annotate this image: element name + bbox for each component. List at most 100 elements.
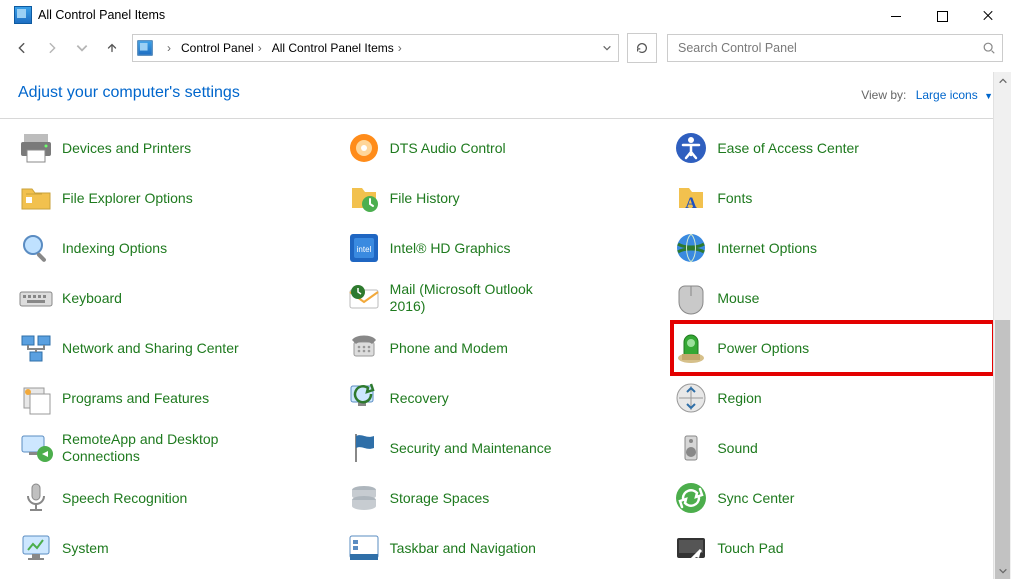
cp-item-region[interactable]: Region — [673, 373, 993, 423]
cp-item-taskbar-and-navigation[interactable]: Taskbar and Navigation — [346, 523, 666, 573]
cp-item-label: Programs and Features — [62, 390, 209, 407]
cp-item-label: Taskbar and Navigation — [390, 540, 536, 557]
cp-item-intel-hd-graphics[interactable]: Intel® HD Graphics — [346, 223, 666, 273]
cp-item-label: Intel® HD Graphics — [390, 240, 511, 257]
minimize-button[interactable] — [873, 0, 919, 30]
breadcrumb-segment[interactable]: All Control Panel Items › — [266, 35, 406, 61]
cp-item-system[interactable]: System — [18, 523, 338, 573]
sync-icon — [673, 480, 709, 516]
divider — [0, 118, 1011, 119]
scrollbar[interactable] — [993, 72, 1011, 579]
navbar: › Control Panel › All Control Panel Item… — [0, 30, 1011, 72]
address-bar[interactable]: › Control Panel › All Control Panel Item… — [132, 34, 619, 62]
cp-item-ease-of-access-center[interactable]: Ease of Access Center — [673, 123, 993, 173]
scroll-up-button[interactable] — [994, 72, 1011, 89]
cp-item-label: Recovery — [390, 390, 449, 407]
cp-item-label: Sound — [717, 440, 757, 457]
recent-locations-button[interactable] — [68, 34, 96, 62]
items-grid: Devices and Printers DTS Audio Control Eas… — [18, 123, 993, 573]
maximize-button[interactable] — [919, 0, 965, 30]
chevron-right-icon: › — [258, 41, 262, 55]
cp-item-sound[interactable]: Sound — [673, 423, 993, 473]
cp-item-label: RemoteApp and Desktop Connections — [62, 431, 242, 465]
cp-item-programs-and-features[interactable]: Programs and Features — [18, 373, 338, 423]
back-button[interactable] — [8, 34, 36, 62]
phone-icon — [346, 330, 382, 366]
forward-button[interactable] — [38, 34, 66, 62]
search-icon — [982, 41, 996, 55]
window-title: All Control Panel Items — [38, 8, 165, 22]
mouse-icon — [673, 280, 709, 316]
cp-item-fonts[interactable]: Fonts — [673, 173, 993, 223]
cp-item-label: Network and Sharing Center — [62, 340, 239, 357]
intel-icon — [346, 230, 382, 266]
cp-item-storage-spaces[interactable]: Storage Spaces — [346, 473, 666, 523]
search-input[interactable] — [676, 40, 982, 56]
close-button[interactable] — [965, 0, 1011, 30]
chevron-right-icon: › — [398, 41, 402, 55]
refresh-button[interactable] — [627, 33, 657, 63]
cp-item-internet-options[interactable]: Internet Options — [673, 223, 993, 273]
scroll-down-button[interactable] — [994, 562, 1011, 579]
page-title: Adjust your computer's settings — [18, 84, 240, 102]
cp-item-file-history[interactable]: File History — [346, 173, 666, 223]
breadcrumb-label: Control Panel — [181, 41, 254, 55]
programs-icon — [18, 380, 54, 416]
cp-item-indexing-options[interactable]: Indexing Options — [18, 223, 338, 273]
scroll-thumb[interactable] — [995, 320, 1010, 579]
breadcrumb-segment[interactable]: Control Panel › — [175, 35, 266, 61]
cp-item-power-options[interactable]: Power Options — [673, 323, 993, 373]
power-icon — [673, 330, 709, 366]
mic-icon — [18, 480, 54, 516]
cp-item-label: File Explorer Options — [62, 190, 193, 207]
cp-item-label: Mail (Microsoft Outlook 2016) — [390, 281, 570, 315]
cp-item-speech-recognition[interactable]: Speech Recognition — [18, 473, 338, 523]
breadcrumb-segment[interactable]: › — [157, 35, 175, 61]
titlebar: All Control Panel Items — [0, 0, 1011, 30]
cp-item-recovery[interactable]: Recovery — [346, 373, 666, 423]
cp-item-label: Internet Options — [717, 240, 817, 257]
touchpad-icon — [673, 530, 709, 566]
cp-item-label: Region — [717, 390, 761, 407]
up-button[interactable] — [98, 34, 126, 62]
keyboard-icon — [18, 280, 54, 316]
disc-icon — [346, 130, 382, 166]
cp-item-phone-and-modem[interactable]: Phone and Modem — [346, 323, 666, 373]
cp-item-label: Ease of Access Center — [717, 140, 859, 157]
cp-item-label: Touch Pad — [717, 540, 783, 557]
cp-item-remoteapp-and-desktop-connections[interactable]: RemoteApp and Desktop Connections — [18, 423, 338, 473]
cp-item-label: Speech Recognition — [62, 490, 187, 507]
cp-item-keyboard[interactable]: Keyboard — [18, 273, 338, 323]
view-by-value: Large icons — [916, 88, 978, 102]
cp-item-label: Storage Spaces — [390, 490, 490, 507]
view-by-selector[interactable]: View by: Large icons ▼ — [861, 88, 993, 102]
cp-item-label: Devices and Printers — [62, 140, 191, 157]
breadcrumb-label: All Control Panel Items — [272, 41, 394, 55]
folder-options-icon — [18, 180, 54, 216]
system-icon — [18, 530, 54, 566]
storage-icon — [346, 480, 382, 516]
cp-item-mail-microsoft-outlook-2016[interactable]: Mail (Microsoft Outlook 2016) — [346, 273, 666, 323]
recovery-icon — [346, 380, 382, 416]
cp-item-label: File History — [390, 190, 460, 207]
cp-item-dts-audio-control[interactable]: DTS Audio Control — [346, 123, 666, 173]
cp-item-label: Indexing Options — [62, 240, 167, 257]
cp-item-file-explorer-options[interactable]: File Explorer Options — [18, 173, 338, 223]
search-box[interactable] — [667, 34, 1003, 62]
cp-item-network-and-sharing-center[interactable]: Network and Sharing Center — [18, 323, 338, 373]
cp-item-label: Security and Maintenance — [390, 440, 552, 457]
cp-item-devices-and-printers[interactable]: Devices and Printers — [18, 123, 338, 173]
chevron-down-icon: ▼ — [984, 91, 993, 101]
cp-item-label: Fonts — [717, 190, 752, 207]
cp-item-label: DTS Audio Control — [390, 140, 506, 157]
cp-item-security-and-maintenance[interactable]: Security and Maintenance — [346, 423, 666, 473]
cp-item-sync-center[interactable]: Sync Center — [673, 473, 993, 523]
cp-item-label: Sync Center — [717, 490, 794, 507]
printer-icon — [18, 130, 54, 166]
flag-icon — [346, 430, 382, 466]
remoteapp-icon — [18, 430, 54, 466]
access-icon — [673, 130, 709, 166]
cp-item-mouse[interactable]: Mouse — [673, 273, 993, 323]
cp-item-touch-pad[interactable]: Touch Pad — [673, 523, 993, 573]
address-history-dropdown[interactable] — [596, 35, 618, 61]
